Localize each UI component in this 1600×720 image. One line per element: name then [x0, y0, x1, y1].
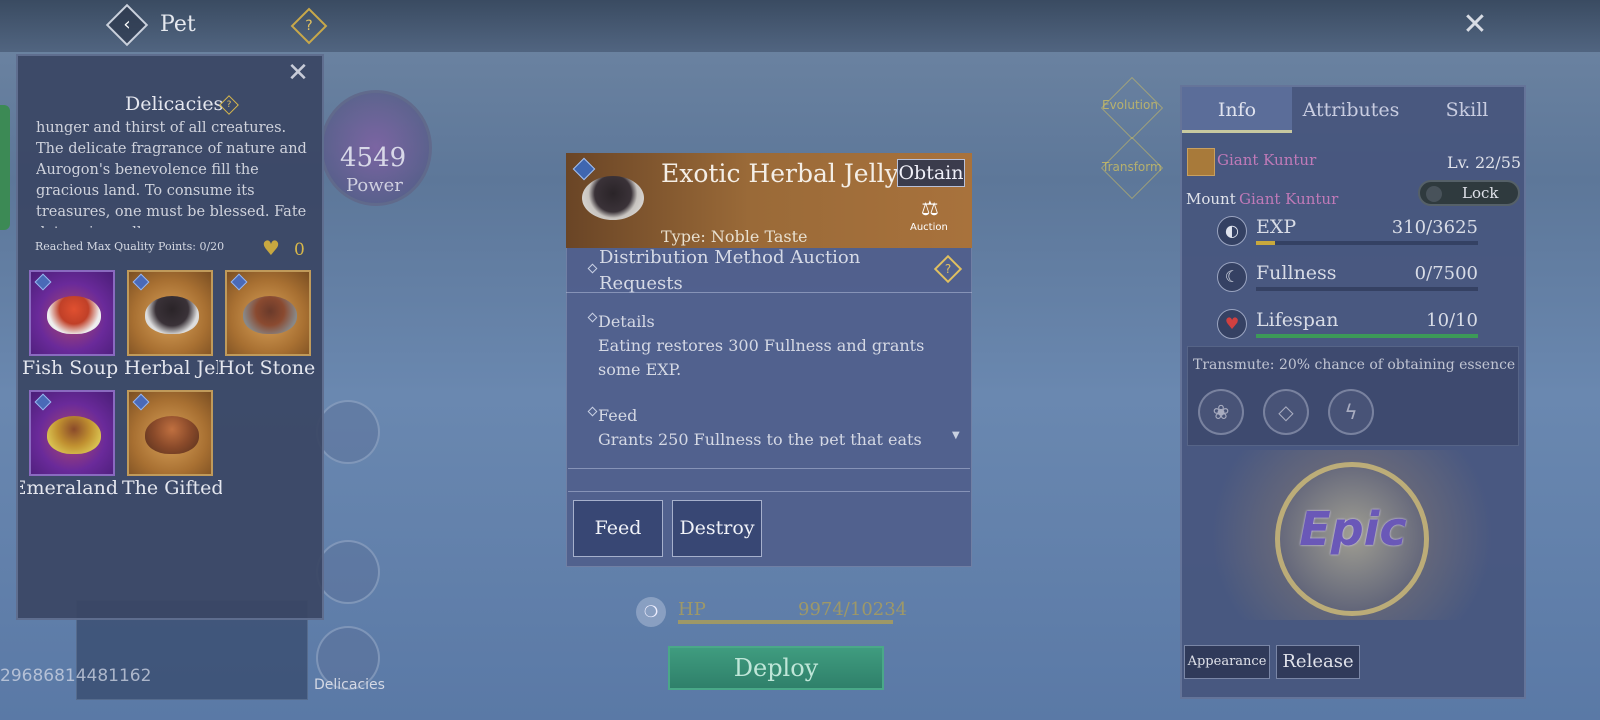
hp-label: HP	[678, 599, 706, 620]
lock-label: Lock	[1462, 184, 1499, 202]
details-text: Eating restores 300 Fullness and grants …	[598, 336, 925, 379]
delicacies-title: Delicacies	[125, 93, 224, 115]
rarity-badge-icon	[132, 273, 150, 291]
heart-icon: ♥	[262, 236, 280, 260]
item-name: The Gifted	[122, 477, 222, 499]
tab-skill[interactable]: Skill	[1410, 87, 1524, 133]
divider	[566, 292, 972, 293]
deploy-button[interactable]: Deploy	[668, 646, 884, 690]
question-icon: ?	[226, 100, 232, 110]
tab-attributes[interactable]: Attributes	[1294, 87, 1408, 133]
essence-slot-icon[interactable]: ❀	[1198, 389, 1244, 435]
food-icon	[145, 296, 199, 334]
item-tile-herbal-jelly[interactable]	[127, 270, 213, 356]
quality-points: Reached Max Quality Points: 0/20	[35, 240, 225, 253]
lifespan-bar	[1256, 334, 1478, 338]
item-tile-hot-stone[interactable]	[225, 270, 311, 356]
obtain-button[interactable]: Obtain	[897, 159, 965, 187]
lifespan-value: 10/10	[1426, 310, 1478, 331]
pet-avatar	[1187, 148, 1215, 176]
exp-icon: ◐	[1217, 216, 1247, 246]
item-name: Emeraland	[20, 477, 118, 499]
rarity-badge-icon	[132, 393, 150, 411]
hp-value: 9974/10234	[798, 599, 908, 620]
pet-level: Lv. 22/55	[1447, 153, 1522, 172]
power-value: 4549	[340, 143, 407, 173]
food-icon	[243, 296, 297, 334]
delicacies-label: Delicacies	[314, 677, 385, 693]
appearance-button[interactable]: Appearance	[1184, 645, 1270, 679]
food-icon	[47, 296, 101, 334]
top-bar	[0, 0, 1600, 52]
delicacies-description: hunger and thirst of all creatures. The …	[36, 120, 307, 228]
player-id: 29686814481162	[0, 666, 152, 686]
feed-label: Feed	[598, 406, 638, 425]
question-icon: ?	[944, 262, 952, 276]
auction-icon[interactable]: ⚖	[917, 196, 943, 222]
evolution-label: Evolution	[1102, 98, 1158, 112]
lifespan-label: Lifespan	[1256, 309, 1339, 331]
divider	[568, 468, 970, 469]
close-icon[interactable]: ✕	[283, 58, 313, 88]
close-icon[interactable]: ✕	[1458, 8, 1492, 42]
feed-text: Grants 250 Fullness to the pet that eats…	[598, 430, 922, 446]
item-name: Herbal Jelly	[124, 357, 218, 379]
exp-bar	[1256, 241, 1478, 245]
pet-name: Giant Kuntur	[1217, 151, 1317, 169]
exp-value: 310/3625	[1391, 217, 1478, 238]
fullness-value: 0/7500	[1414, 263, 1478, 284]
essence-slot-icon[interactable]: ◇	[1263, 389, 1309, 435]
item-name: Fish Soup	[22, 357, 118, 379]
fullness-label: Fullness	[1256, 262, 1337, 284]
rarity-label: Epic	[1299, 502, 1407, 556]
chevron-left-icon: ‹	[123, 14, 131, 35]
item-tile-fish-soup[interactable]	[29, 270, 115, 356]
hp-icon: ❍	[636, 597, 666, 627]
details-label: Details	[598, 312, 655, 331]
pet-action-icon[interactable]	[316, 540, 380, 604]
item-title: Exotic Herbal Jelly	[661, 159, 899, 188]
food-icon	[145, 416, 199, 454]
heart-icon: ♥	[1217, 309, 1247, 339]
question-icon: ?	[305, 18, 313, 34]
mount-label: Mount	[1186, 190, 1236, 208]
feed-button[interactable]: Feed	[573, 500, 663, 557]
distribution-method: Distribution Method Auction Requests	[599, 247, 861, 294]
mount-name: Giant Kuntur	[1239, 190, 1339, 208]
herbal-jelly-icon	[582, 176, 644, 220]
exp-label: EXP	[1256, 216, 1297, 238]
item-tile-the-gifted[interactable]	[127, 390, 213, 476]
quality-value: 0	[294, 240, 305, 260]
destroy-button[interactable]: Destroy	[672, 500, 762, 557]
hp-bar	[678, 620, 893, 624]
fullness-bar	[1256, 287, 1478, 291]
scroll-down-icon[interactable]: ▼	[952, 430, 960, 441]
essence-slot-icon[interactable]: ϟ	[1328, 389, 1374, 435]
item-type: Type: Noble Taste	[661, 227, 808, 246]
page-title: Pet	[160, 12, 196, 37]
side-tab[interactable]	[0, 105, 10, 230]
release-button[interactable]: Release	[1276, 645, 1360, 679]
pet-action-icon[interactable]	[316, 400, 380, 464]
fullness-icon: ☾	[1217, 262, 1247, 292]
rarity-badge-icon	[34, 273, 52, 291]
item-name: Hot Stone I	[218, 357, 316, 379]
power-label: Power	[346, 175, 403, 196]
toggle-knob	[1426, 186, 1442, 202]
rarity-badge-icon	[230, 273, 248, 291]
lock-toggle[interactable]: Lock	[1418, 180, 1520, 206]
transmute-text: Transmute: 20% chance of obtaining essen…	[1193, 357, 1516, 373]
item-tile-emeraland[interactable]	[29, 390, 115, 476]
food-icon	[47, 416, 101, 454]
tab-info[interactable]: Info	[1182, 87, 1292, 133]
rarity-badge-icon	[34, 393, 52, 411]
transform-label: Transform	[1102, 160, 1162, 174]
divider	[568, 491, 970, 492]
auction-label: Auction	[910, 222, 948, 233]
